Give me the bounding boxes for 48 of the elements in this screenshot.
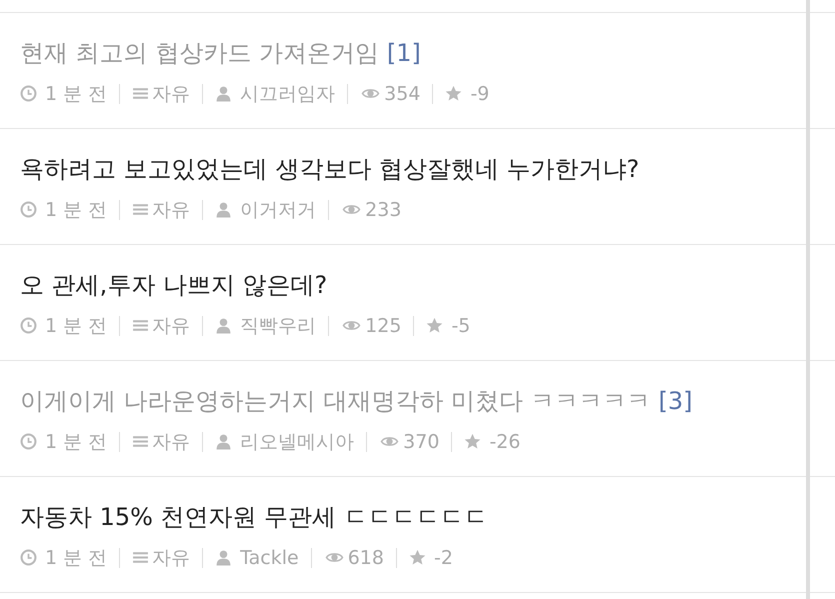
clock-icon [20, 85, 37, 102]
star-icon [408, 549, 426, 566]
list-icon [132, 433, 150, 450]
clock-icon [20, 549, 37, 566]
user-icon [215, 201, 232, 218]
user-icon [215, 433, 232, 450]
user-icon [215, 549, 232, 566]
list-icon [132, 201, 150, 218]
view-count: 370 [403, 430, 440, 452]
post-time: 1 분 전 [45, 430, 108, 452]
score: -5 [451, 314, 470, 336]
post-time: 1 분 전 [45, 82, 108, 104]
star-icon [426, 317, 444, 334]
board-name: 자유 [152, 314, 190, 336]
list-icon [132, 317, 150, 334]
score: -2 [434, 546, 453, 568]
author-name: 이거저거 [240, 198, 316, 220]
view-count: 125 [365, 314, 402, 336]
score: -26 [489, 430, 520, 452]
view-count: 618 [348, 546, 384, 568]
star-icon [464, 433, 482, 450]
board-name: 자유 [152, 546, 190, 568]
post-title[interactable]: 오 관세,투자 나쁘지 않은데? [20, 268, 328, 300]
board-name: 자유 [152, 198, 190, 220]
user-icon [215, 317, 232, 334]
list-icon [132, 85, 150, 102]
list-icon [132, 549, 150, 566]
comment-count: [1] [386, 38, 421, 66]
clock-icon [20, 317, 37, 334]
view-count: 354 [384, 82, 420, 104]
post-title[interactable]: 욕하려고 보고있었는데 생각보다 협상잘했네 누가한거냐? [20, 152, 640, 184]
star-icon [445, 85, 462, 102]
post-time: 1 분 전 [45, 198, 108, 220]
clock-icon [20, 433, 37, 450]
post-title[interactable]: 자동차 15% 천연자원 무관세 ㄷㄷㄷㄷㄷㄷ [20, 500, 488, 532]
comment-count: [3] [658, 386, 693, 414]
author-name: 리오넬메시아 [240, 430, 354, 452]
post-time: 1 분 전 [45, 546, 108, 568]
author-name: Tackle [240, 546, 299, 568]
author-name: 직빡우리 [240, 314, 316, 336]
board-name: 자유 [152, 82, 190, 104]
score: -9 [470, 82, 490, 104]
board-name: 자유 [152, 430, 190, 452]
user-icon [215, 85, 232, 102]
view-count: 233 [365, 198, 402, 220]
author-name: 시끄러임자 [240, 82, 336, 104]
clock-icon [20, 201, 37, 218]
post-time: 1 분 전 [45, 314, 108, 336]
